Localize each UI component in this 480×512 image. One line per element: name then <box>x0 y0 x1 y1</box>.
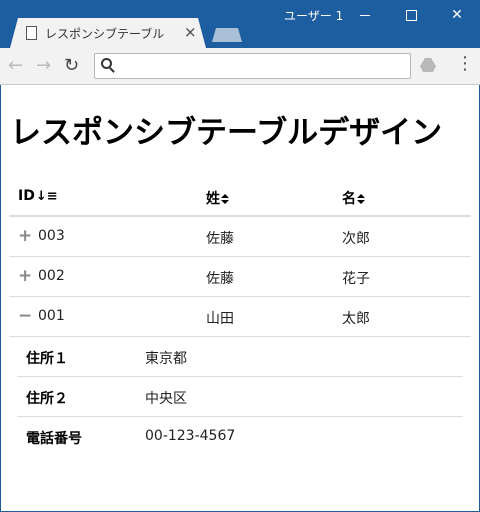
minimize-button[interactable] <box>342 0 388 30</box>
sort-icon <box>221 194 229 204</box>
cell-sei: 山田 <box>206 311 234 327</box>
detail-value: 東京都 <box>145 351 187 367</box>
detail-value: 中央区 <box>145 391 187 407</box>
close-icon: ✕ <box>451 7 463 23</box>
detail-label: 住所２ <box>26 391 68 407</box>
page-title: レスポンシブテーブルデザイン <box>10 115 443 151</box>
cell-id: 003 <box>38 228 65 244</box>
table-row[interactable]: + 002 佐藤 花子 <box>9 257 471 297</box>
detail-row: 住所１ 東京都 <box>17 337 463 377</box>
drive-extension-icon[interactable] <box>420 58 436 72</box>
table-row[interactable]: + 003 佐藤 次郎 <box>9 217 471 257</box>
browser-menu-button[interactable]: ⋮ <box>456 55 474 73</box>
table-row[interactable]: − 001 山田 太郎 <box>9 297 471 337</box>
address-bar[interactable] <box>94 53 411 79</box>
search-icon <box>101 58 112 69</box>
detail-label: 住所１ <box>26 351 68 367</box>
sort-descending-icon: ↓≡ <box>35 189 58 204</box>
maximize-icon <box>405 9 417 21</box>
reload-button[interactable]: ↻ <box>64 55 79 76</box>
column-header-id[interactable]: ID↓≡ <box>18 188 58 204</box>
minimize-icon <box>360 14 370 16</box>
table-header: ID↓≡ 姓 名 <box>9 174 471 217</box>
expand-icon[interactable]: + <box>18 226 32 246</box>
title-bar: レスポンシブテーブル × ユーザー 1 ✕ <box>0 0 480 48</box>
detail-value: 00-123-4567 <box>145 428 236 444</box>
window-close-button[interactable]: ✕ <box>434 0 480 30</box>
cell-mei: 次郎 <box>342 231 370 247</box>
cell-sei: 佐藤 <box>206 271 234 287</box>
collapse-icon[interactable]: − <box>18 306 32 326</box>
new-tab-button[interactable] <box>212 28 242 42</box>
column-header-sei[interactable]: 姓 <box>206 188 229 208</box>
forward-button[interactable]: → <box>36 55 51 76</box>
browser-toolbar: ← → ↻ ⋮ <box>0 48 480 85</box>
column-header-mei[interactable]: 名 <box>342 188 365 208</box>
sort-icon <box>357 194 365 204</box>
responsive-table: ID↓≡ 姓 名 + 003 佐藤 次郎 + 002 佐藤 花子 − 001 山… <box>9 174 471 456</box>
tab-title: レスポンシブテーブル <box>45 27 165 41</box>
cell-id: 001 <box>38 308 65 324</box>
cell-mei: 太郎 <box>342 311 370 327</box>
expand-icon[interactable]: + <box>18 266 32 286</box>
cell-mei: 花子 <box>342 271 370 287</box>
back-button[interactable]: ← <box>8 55 23 76</box>
user-profile-label[interactable]: ユーザー 1 <box>284 7 343 24</box>
tab-close-button[interactable]: × <box>184 23 197 41</box>
detail-row: 住所２ 中央区 <box>17 377 463 417</box>
browser-tab[interactable]: レスポンシブテーブル × <box>10 18 206 48</box>
page-content: レスポンシブテーブルデザイン ID↓≡ 姓 名 + 003 佐藤 次郎 + 00… <box>1 85 479 511</box>
maximize-button[interactable] <box>388 0 434 30</box>
cell-sei: 佐藤 <box>206 231 234 247</box>
cell-id: 002 <box>38 268 65 284</box>
row-details: 住所１ 東京都 住所２ 中央区 電話番号 00-123-4567 <box>17 337 463 456</box>
document-icon <box>26 26 37 40</box>
detail-label: 電話番号 <box>26 431 82 447</box>
detail-row: 電話番号 00-123-4567 <box>17 417 463 456</box>
